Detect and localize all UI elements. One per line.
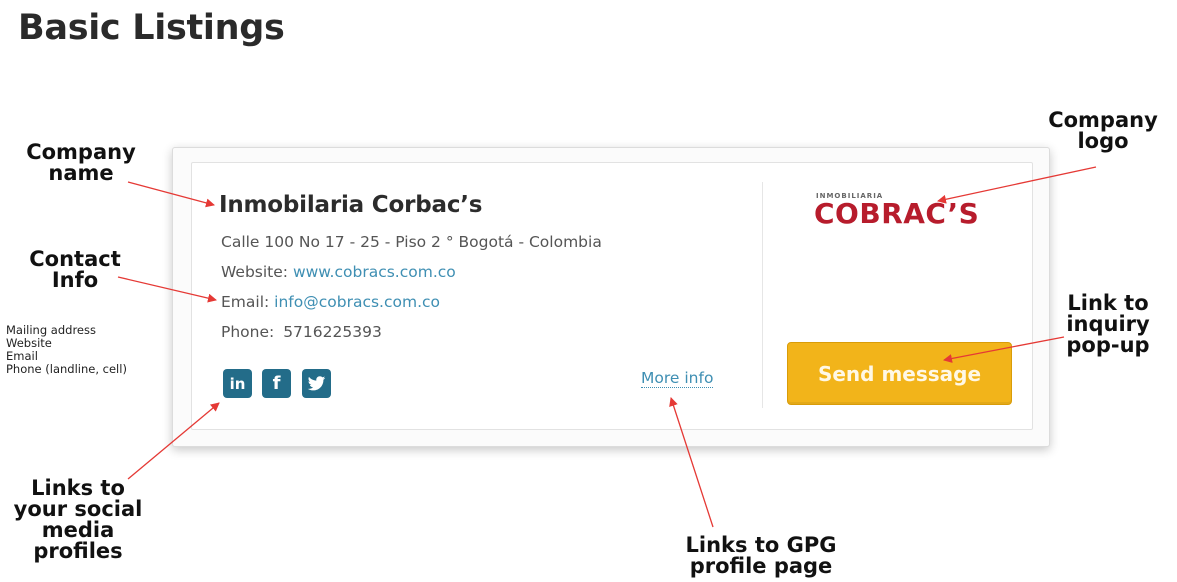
callout-arrows bbox=[117, 166, 1097, 528]
arrow-company-logo bbox=[937, 166, 1097, 204]
arrow-inquiry-popup bbox=[943, 336, 1065, 363]
arrow-company-name bbox=[127, 181, 215, 208]
arrow-gpg-profile bbox=[669, 397, 714, 528]
arrow-social-links bbox=[127, 402, 220, 480]
arrow-contact-info bbox=[117, 276, 217, 303]
